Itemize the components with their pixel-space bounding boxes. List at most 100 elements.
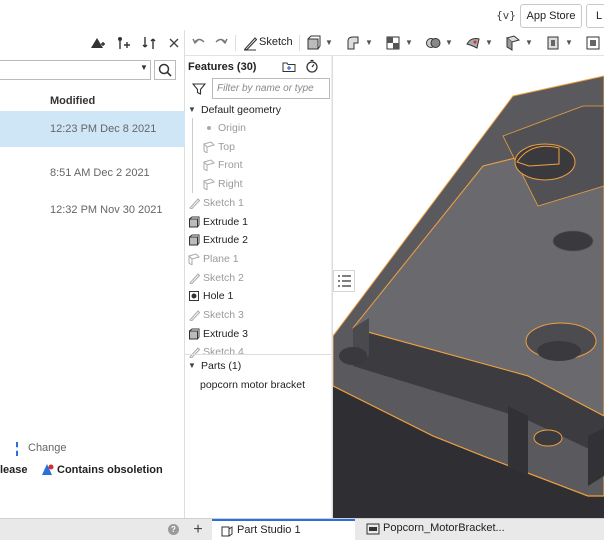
tree-item-label: Top [218,140,235,153]
tree-item[interactable]: Sketch 1 [188,195,323,213]
search-icon [158,63,172,77]
divider [185,354,332,355]
version-graph-button[interactable]: {v} [494,5,518,27]
modified-time: 12:32 PM Nov 30 2021 [50,204,163,216]
plane-icon [203,141,215,153]
sketch-icon [189,310,200,321]
extrude-icon [189,328,200,340]
tree-item-label: Right [218,178,243,191]
sweep-icon[interactable] [385,34,401,52]
revolve-icon[interactable] [345,34,361,52]
table-row[interactable]: 12:32 PM Nov 30 2021 [0,192,185,228]
sketch-icon[interactable] [242,34,258,52]
search-button[interactable] [154,60,176,80]
chevron-down-icon[interactable]: ▼ [405,38,413,47]
tree-item[interactable]: Extrude 2 [188,232,323,250]
compare-icon[interactable] [140,34,158,52]
shell-icon[interactable] [545,34,561,52]
document-search: ▼ [0,60,185,82]
filter-icon[interactable] [191,82,207,99]
legend-release: lease [0,464,28,476]
table-row[interactable]: 12:23 PM Dec 8 2021 [0,111,185,147]
tree-item[interactable]: Right [203,176,332,194]
legend-obsoletion: Contains obsoletion [57,464,163,476]
part-item[interactable]: popcorn motor bracket [200,377,330,395]
panel-toolbar [0,30,185,56]
tab-label: Part Studio 1 [237,524,301,536]
filter-input[interactable] [212,78,330,99]
sketch-icon [189,347,200,359]
toolbar-divider [299,35,300,51]
part-studio-icon [221,526,233,537]
tree-item[interactable]: Sketch 3 [188,307,323,325]
3d-part-model[interactable] [333,56,604,518]
search-input[interactable] [0,60,151,80]
add-folder-icon[interactable] [282,60,296,76]
chevron-down-icon[interactable]: ▼ [485,38,493,47]
tree-item[interactable]: Extrude 3 [188,326,323,344]
tree-item[interactable]: Sketch 2 [188,270,323,288]
tree-item[interactable]: Plane 1 [188,251,323,269]
column-header-modified[interactable]: Modified [50,95,95,107]
feature-toolbar: Sketch ▼ ▼ ▼ ▼ ▼ ▼ ▼ [185,30,604,56]
insert-version-icon[interactable] [114,34,132,52]
tree-group-default-geometry[interactable]: ▼ Default geometry [188,102,328,120]
tree-item-label: Sketch 2 [203,271,244,284]
rollback-timer-icon[interactable] [305,59,319,76]
legend-change: Change [28,442,67,454]
help-icon[interactable]: ? [168,524,179,535]
filter-row [188,78,330,100]
top-bar: {v} App Store L [0,0,604,30]
chevron-down-icon[interactable]: ▼ [188,361,196,370]
tree-item[interactable]: Front [203,157,332,175]
extrude-icon [189,234,200,246]
extrude-icon [189,216,200,227]
modified-time: 12:23 PM Dec 8 2021 [50,123,157,135]
modified-time: 8:51 AM Dec 2 2021 [50,167,150,179]
redo-icon[interactable] [213,34,229,52]
close-icon[interactable] [165,34,183,52]
tree-item-label: Sketch 1 [203,196,244,209]
add-tab-button[interactable]: + [186,519,210,540]
chevron-down-icon[interactable]: ▼ [525,38,533,47]
tab-part-studio[interactable]: Part Studio 1 [212,519,355,540]
chevron-down-icon[interactable]: ▼ [188,105,196,114]
plane-icon [203,159,215,172]
sketch-icon [189,198,200,209]
tree-item-label: Plane 1 [203,252,239,265]
more-icon[interactable] [585,34,601,52]
tree-item-label: Front [218,159,243,172]
add-branch-icon[interactable] [88,34,106,52]
sketch-button[interactable]: Sketch [259,36,293,48]
plane-icon [188,253,200,265]
plane-icon [203,178,215,191]
boolean-icon[interactable] [425,34,441,52]
chevron-down-icon[interactable]: ▼ [445,38,453,47]
fillet-icon[interactable] [465,34,481,52]
tree-group-parts[interactable]: ▼ Parts (1) [188,358,328,376]
table-row[interactable]: 8:51 AM Dec 2 2021 [0,155,185,191]
undo-icon[interactable] [191,34,207,52]
chevron-down-icon[interactable]: ▼ [565,38,573,47]
extrude-icon[interactable] [305,34,321,52]
list-icon [338,275,351,287]
tree-item[interactable]: Origin [203,120,332,138]
chevron-down-icon[interactable]: ▼ [140,63,148,72]
hole-icon [189,291,199,302]
chevron-down-icon[interactable]: ▼ [365,38,373,47]
plane-icon[interactable] [505,34,521,52]
tree-item[interactable]: Top [203,139,332,157]
feature-list-panel: Features (30) ▼ Default geometry Origin T… [185,56,333,518]
tree-item[interactable]: Hole 1 [188,288,323,306]
graphics-viewport[interactable] [333,56,604,518]
tree-item[interactable]: Extrude 1 [188,214,323,232]
change-indicator-icon [16,442,18,456]
tree-item-label: Extrude 3 [203,327,248,340]
learning-center-button[interactable]: L [586,4,604,28]
list-toggle-button[interactable] [333,270,355,292]
drawing-icon [366,523,380,535]
chevron-down-icon[interactable]: ▼ [325,38,333,47]
tab-drawing[interactable]: Popcorn_MotorBracket... [358,519,508,540]
tree-item-label: Extrude 1 [203,215,248,228]
app-store-button[interactable]: App Store [520,4,582,28]
